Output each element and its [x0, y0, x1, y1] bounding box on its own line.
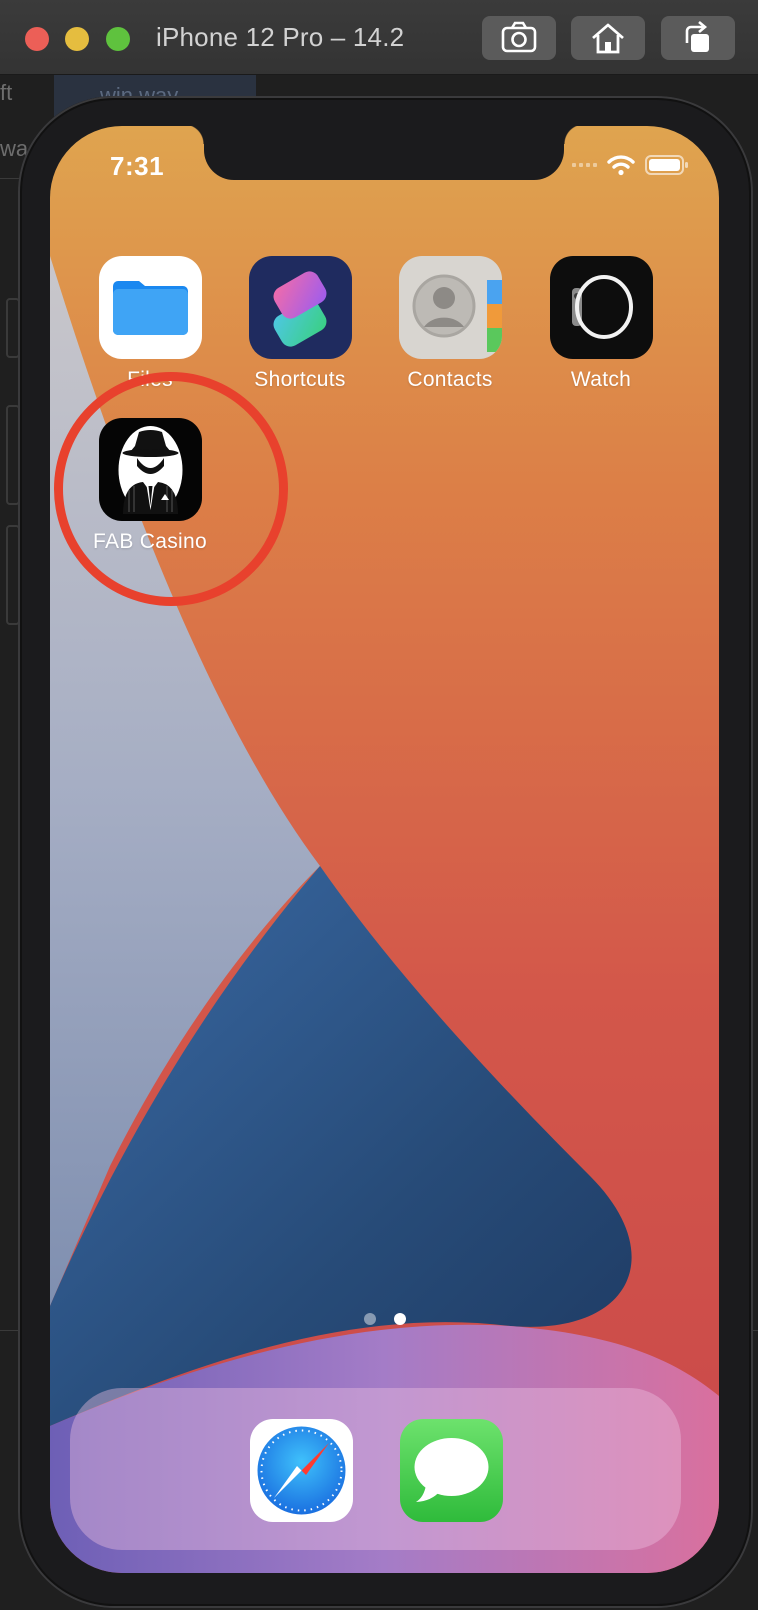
iphone-device-frame: 7:31 Files Shortcuts Contacts Watch FAB …	[18, 96, 753, 1608]
rotate-icon	[685, 21, 709, 52]
fab-casino-gangster-icon	[98, 418, 202, 521]
screenshot-button[interactable]	[482, 16, 556, 60]
app-messages[interactable]	[400, 1419, 503, 1522]
messages-bubble-icon	[414, 1438, 489, 1502]
app-label: Files	[127, 368, 173, 391]
window-close-button[interactable]	[25, 27, 49, 51]
camera-icon	[501, 21, 537, 53]
simulator-titlebar: iPhone 12 Pro – 14.2	[0, 0, 758, 75]
ide-text-fragment: ft	[0, 80, 13, 105]
app-contacts[interactable]: Contacts	[380, 256, 520, 392]
home-screen: 7:31 Files Shortcuts Contacts Watch FAB …	[50, 126, 719, 1573]
status-time: 7:31	[110, 151, 165, 181]
app-label: Watch	[570, 368, 632, 391]
dock	[70, 1388, 681, 1550]
app-label: Contacts	[407, 368, 493, 391]
camera-notch	[184, 126, 584, 180]
home-button[interactable]	[571, 16, 645, 60]
app-fab-casino[interactable]: FAB Casino	[80, 418, 220, 554]
app-watch[interactable]: Watch	[531, 256, 671, 392]
page-dot[interactable]	[363, 1313, 376, 1325]
app-safari[interactable]	[250, 1419, 353, 1522]
safari-compass-icon	[257, 1426, 346, 1515]
battery-icon	[645, 155, 688, 175]
window-zoom-button[interactable]	[106, 27, 130, 51]
window-title: iPhone 12 Pro – 14.2	[156, 22, 405, 52]
shortcuts-icon	[248, 256, 352, 359]
app-shortcuts[interactable]: Shortcuts	[230, 256, 370, 392]
files-folder-icon	[98, 256, 202, 359]
window-minimize-button[interactable]	[65, 27, 89, 51]
status-icons	[572, 154, 689, 176]
page-indicator[interactable]	[50, 1313, 719, 1325]
app-label: Shortcuts	[254, 368, 346, 391]
rotate-button[interactable]	[661, 16, 735, 60]
app-files[interactable]: Files	[80, 256, 220, 392]
page-dot-active[interactable]	[393, 1313, 406, 1325]
wifi-icon	[607, 155, 635, 176]
contacts-icon	[398, 256, 502, 359]
signal-dots-icon	[572, 163, 597, 167]
app-label: FAB Casino	[93, 530, 207, 553]
watch-icon	[549, 256, 653, 359]
home-icon	[592, 23, 624, 54]
